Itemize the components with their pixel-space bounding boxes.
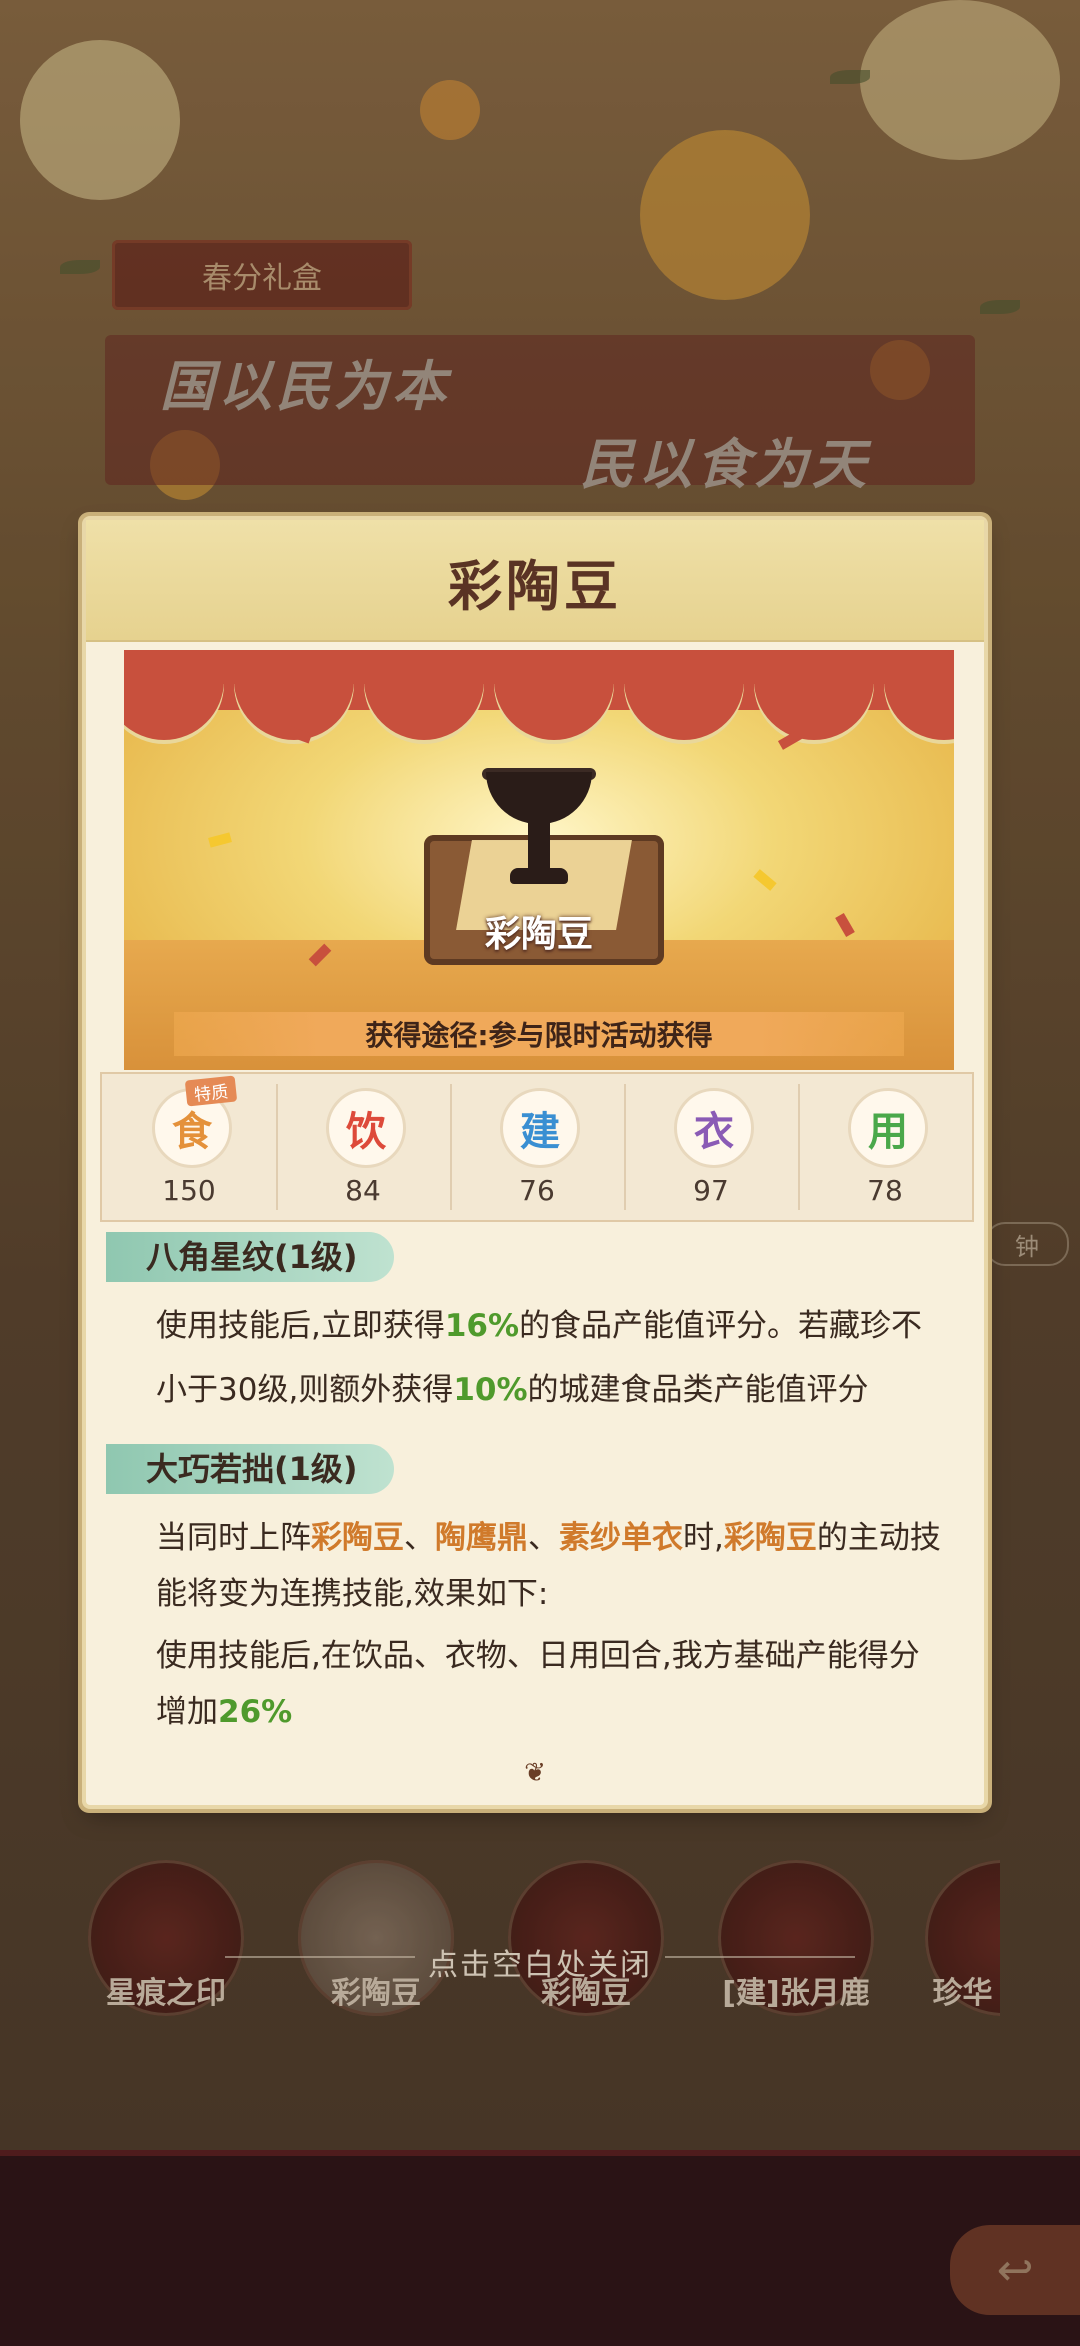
- close-hint: 点击空白处关闭: [428, 1948, 652, 1983]
- carousel-item-label: 星痕之印: [106, 1976, 226, 2011]
- flower-decoration: [20, 40, 180, 200]
- carousel-item[interactable]: 珍华: [925, 1860, 1000, 2030]
- flower-decoration: [420, 80, 480, 140]
- item-title: 彩陶豆: [448, 555, 622, 618]
- skill-2-line-4: 增加26%: [156, 1694, 293, 1730]
- drink-icon: 饮: [326, 1088, 406, 1168]
- build-icon: 建: [500, 1088, 580, 1168]
- source-bar: 获得途径:参与限时活动获得: [174, 1012, 904, 1056]
- confetti-decoration: [753, 869, 777, 891]
- stat-food: 食 特质 150: [102, 1074, 276, 1220]
- skill-2-line-3: 使用技能后,在饮品、衣物、日用回合,我方基础产能得分: [156, 1638, 920, 1674]
- curtain-scallop: [754, 680, 874, 740]
- trait-badge: 特质: [184, 1075, 238, 1107]
- flower-decoration: [860, 0, 1060, 160]
- attribute-stats: 食 特质 150 饮 84 建 76 衣 97 用 78: [100, 1072, 974, 1222]
- item-showcase: 彩陶豆: [124, 650, 954, 1070]
- hint-divider-left: [225, 1956, 415, 1958]
- stat-build: 建 76: [450, 1074, 624, 1220]
- cup-stem: [528, 822, 550, 872]
- stat-clothing: 衣 97: [624, 1074, 798, 1220]
- event-tag: 春分礼盒: [112, 240, 412, 310]
- leaf-decoration: [60, 260, 100, 274]
- carousel-item[interactable]: 星痕之印: [88, 1860, 244, 2030]
- stat-value: 150: [162, 1174, 216, 1207]
- curtain-scallop: [124, 680, 224, 740]
- slogan-line-2: 民以食为天: [580, 433, 870, 496]
- curtain-scallop: [624, 680, 744, 740]
- stat-drink: 饮 84: [276, 1074, 450, 1220]
- skill-2-line-1: 当同时上阵彩陶豆、陶鹰鼎、素纱单衣时,彩陶豆的主动技: [156, 1520, 941, 1556]
- curtain-scallop: [364, 680, 484, 740]
- stat-value: 97: [693, 1174, 729, 1207]
- leaf-decoration: [830, 70, 870, 84]
- hint-divider-right: [665, 1956, 855, 1958]
- stat-utility: 用 78: [798, 1074, 972, 1220]
- item-detail-card: 彩陶豆 彩陶豆 获得途径:参与限时活动获得 食 特质 150 饮 84 建 76…: [86, 520, 984, 1805]
- cup-bowl: [486, 772, 592, 824]
- carousel-item-label: [建]张月鹿: [722, 1976, 870, 2011]
- slogan-line-1: 国以民为本: [160, 355, 450, 418]
- curtain-scallop: [884, 680, 954, 740]
- curtain-scallop: [494, 680, 614, 740]
- carousel-item[interactable]: [建]张月鹿: [718, 1860, 874, 2030]
- leaf-decoration: [980, 300, 1020, 314]
- cup-foot: [510, 868, 568, 884]
- flower-decoration: [640, 130, 810, 300]
- confetti-decoration: [208, 832, 232, 848]
- skill-1-name: 八角星纹(1级): [106, 1232, 394, 1282]
- stat-value: 84: [345, 1174, 381, 1207]
- timer-label: 钟: [985, 1222, 1069, 1266]
- scroll-more-icon[interactable]: ❦: [514, 1758, 556, 1788]
- carousel-item-label: 珍华: [932, 1976, 993, 2011]
- skill-1-description: 使用技能后,立即获得16%的食品产能值评分。若藏珍不 小于30级,则额外获得10…: [156, 1298, 946, 1418]
- confetti-decoration: [777, 730, 803, 750]
- back-button[interactable]: ↩: [950, 2225, 1080, 2315]
- bottom-bar: [0, 2150, 1080, 2346]
- back-arrow-icon: ↩: [996, 2244, 1034, 2296]
- stat-value: 78: [867, 1174, 903, 1207]
- utility-icon: 用: [848, 1088, 928, 1168]
- skill-1-line-1: 使用技能后,立即获得16%的食品产能值评分。若藏珍不: [156, 1308, 923, 1344]
- clothing-icon: 衣: [674, 1088, 754, 1168]
- skill-2-description: 当同时上阵彩陶豆、陶鹰鼎、素纱单衣时,彩陶豆的主动技 能将变为连携技能,效果如下…: [156, 1510, 946, 1740]
- skill-2-line-2: 能将变为连携技能,效果如下:: [156, 1576, 549, 1612]
- stat-value: 76: [519, 1174, 555, 1207]
- skill-1-line-2: 小于30级,则额外获得10%的城建食品类产能值评分: [156, 1372, 869, 1408]
- stage-item-name: 彩陶豆: [484, 914, 593, 955]
- card-header: 彩陶豆: [86, 520, 984, 642]
- skill-2-name: 大巧若拙(1级): [106, 1444, 394, 1494]
